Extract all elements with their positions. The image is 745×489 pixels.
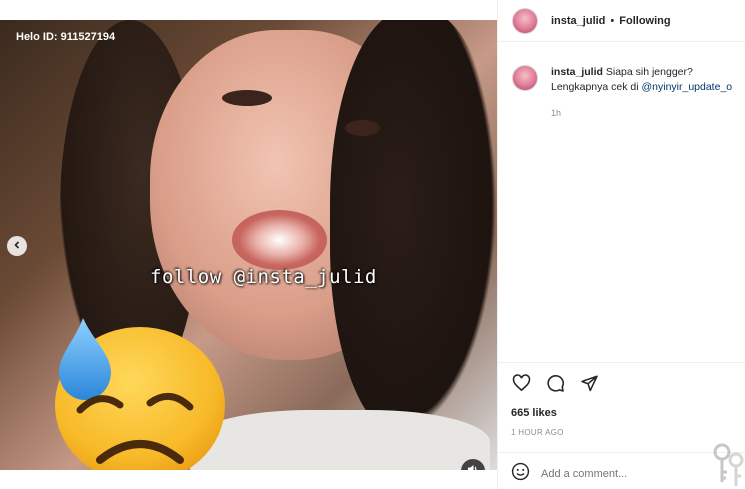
comment-input[interactable]	[541, 468, 691, 480]
sweat-emoji-icon	[55, 318, 225, 470]
post-timestamp: 1 HOUR AGO	[511, 428, 564, 437]
avatar[interactable]	[512, 7, 538, 34]
header-separator: •	[610, 14, 615, 27]
smiley-icon	[511, 462, 530, 481]
caption-body: insta_julid Siapa sih jengger? Lengkapny…	[551, 65, 745, 95]
mention-link[interactable]: @nyinyir_update_o	[641, 81, 732, 93]
post-side-panel: insta_julid • Following insta_julid Siap…	[497, 0, 745, 489]
comment-box	[511, 462, 691, 486]
header-username[interactable]: insta_julid	[551, 15, 605, 27]
caption-text: Siapa sih jengger?	[605, 66, 693, 78]
speaker-icon	[467, 462, 479, 470]
previous-button[interactable]	[7, 236, 27, 256]
like-button[interactable]	[511, 373, 531, 393]
chevron-left-icon	[12, 237, 22, 255]
video-watermark: Helo ID: 911527194	[16, 31, 116, 43]
emoji-picker-button[interactable]	[511, 462, 530, 486]
caption: insta_julid Siapa sih jengger? Lengkapny…	[512, 65, 745, 95]
caption-line2: Lengkapnya cek di	[551, 81, 642, 93]
following-button[interactable]: Following	[619, 15, 670, 27]
eye-shape	[345, 120, 380, 136]
shirt-shape	[190, 410, 490, 470]
avatar[interactable]	[512, 65, 538, 91]
post-header: insta_julid • Following	[498, 0, 745, 42]
comment-button[interactable]	[545, 373, 565, 393]
caption-time[interactable]: 1h	[551, 108, 561, 118]
eye-shape	[222, 90, 272, 106]
action-bar	[511, 373, 599, 393]
media-bottom-strip	[0, 470, 497, 489]
share-button[interactable]	[579, 373, 599, 393]
video-overlay-text: follow @insta_julid	[150, 266, 377, 288]
divider	[498, 452, 745, 453]
keys-icon	[713, 443, 744, 486]
hair-shape	[330, 20, 497, 440]
paper-plane-icon	[580, 375, 598, 392]
lips-shape	[232, 210, 327, 270]
likes-count[interactable]: 665 likes	[511, 407, 557, 419]
comment-bubble-icon	[546, 374, 564, 392]
media-top-strip	[0, 0, 497, 20]
heart-icon	[512, 374, 530, 392]
caption-username[interactable]: insta_julid	[551, 66, 603, 78]
divider	[498, 362, 745, 363]
post-media[interactable]: Helo ID: 911527194 follow @insta_julid	[0, 20, 497, 470]
